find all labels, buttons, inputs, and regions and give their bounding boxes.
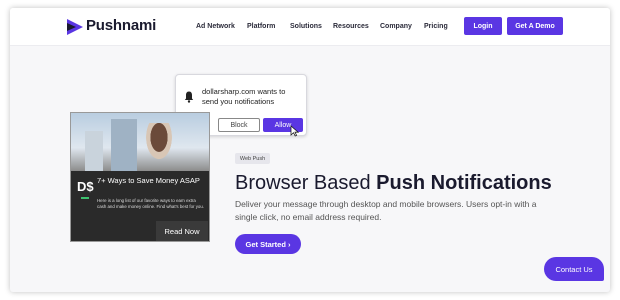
get-started-button[interactable]: Get Started › [235,234,301,254]
nav-link-pricing[interactable]: Pricing [424,23,448,30]
login-button[interactable]: Login [464,17,502,35]
ad-card-title: 7+ Ways to Save Money ASAP [97,176,200,185]
headline-plain: Browser Based [235,172,377,194]
contact-us-button[interactable]: Contact Us [544,257,604,281]
nav-link-resources[interactable]: Resources [333,23,369,30]
nav-link-solutions[interactable]: Solutions [290,23,322,30]
bell-icon [184,91,194,103]
nav-link-platform[interactable]: Platform [247,23,275,30]
page-frame: Pushnami Ad Network Platform Solutions R… [10,8,610,292]
get-a-demo-button[interactable]: Get A Demo [507,17,563,35]
web-push-badge: Web Push [235,153,270,164]
ad-card-image [71,113,209,171]
logo-text[interactable]: Pushnami [86,17,156,34]
notification-message: dollarsharp.com wants to send you notifi… [202,87,286,106]
block-button[interactable]: Block [218,118,260,132]
pushnami-logo-icon[interactable] [67,19,83,35]
top-navigation: Pushnami Ad Network Platform Solutions R… [10,8,610,46]
hero-headline: Browser Based Push Notifications [235,171,565,195]
cursor-icon [290,125,300,137]
hero-description: Deliver your message through desktop and… [235,199,537,222]
dollarsharp-logo: D$ [77,179,94,194]
ad-card[interactable]: D$ 7+ Ways to Save Money ASAP Here is a … [70,112,210,242]
headline-bold: Push Notifications [376,172,552,194]
ad-card-description: Here is a long list of our favorite ways… [97,198,205,209]
nav-link-company[interactable]: Company [380,23,412,30]
logo-accent [81,197,89,199]
nav-link-ad-network[interactable]: Ad Network [196,23,235,30]
read-now-button[interactable]: Read Now [156,221,208,241]
